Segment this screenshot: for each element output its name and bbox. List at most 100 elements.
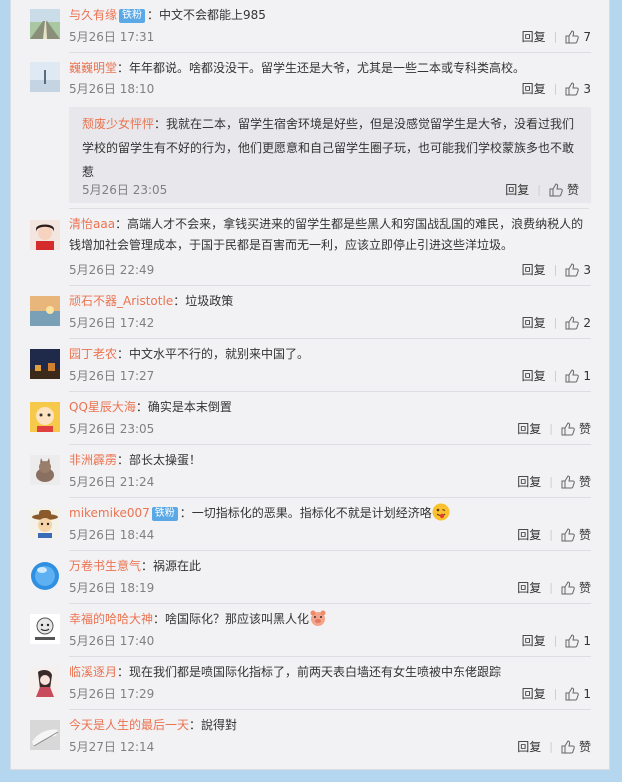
divider: [69, 52, 591, 53]
reply-button[interactable]: 回复: [522, 27, 546, 47]
avatar[interactable]: [30, 349, 60, 379]
action-separator: |: [553, 316, 558, 329]
reply-button[interactable]: 回复: [522, 366, 546, 386]
reply-button[interactable]: 回复: [517, 578, 541, 598]
thumbs-up-icon: [549, 183, 563, 197]
sub-reply-time: 5月26日 23:05: [82, 183, 168, 197]
avatar[interactable]: [30, 508, 60, 538]
like-button[interactable]: 赞: [549, 180, 579, 200]
like-button[interactable]: 3: [565, 260, 591, 280]
avatar[interactable]: [30, 9, 60, 39]
thumbs-up-icon: [565, 82, 580, 96]
comment-line: 与久有缘 铁粉 ：中文不会都能上985: [69, 5, 591, 26]
reply-button[interactable]: 回复: [522, 260, 546, 280]
like-button[interactable]: 1: [565, 631, 591, 651]
reply-button[interactable]: 回复: [517, 419, 541, 439]
reply-button[interactable]: 回复: [522, 313, 546, 333]
thumbs-up-icon: [561, 528, 575, 542]
avatar[interactable]: [30, 296, 60, 326]
action-separator: |: [549, 528, 553, 541]
comment-actions: 回复 | 赞: [517, 578, 591, 598]
username-link[interactable]: 与久有缘: [69, 8, 117, 22]
comment-meta: 5月26日 18:19 回复 | 赞: [69, 578, 591, 598]
username-link[interactable]: 巍巍明堂: [69, 61, 117, 75]
username-link[interactable]: 今天是人生的最后一天: [69, 718, 189, 732]
avatar[interactable]: [30, 62, 60, 92]
avatar[interactable]: [30, 614, 60, 644]
reply-button[interactable]: 回复: [522, 79, 546, 99]
like-button[interactable]: 3: [565, 79, 591, 99]
avatar[interactable]: [30, 720, 60, 750]
reply-button[interactable]: 回复: [517, 525, 541, 545]
reply-button[interactable]: 回复: [517, 737, 541, 757]
like-button[interactable]: 2: [565, 313, 591, 333]
comment-line: 顽石不器_Aristotle：垃圾政策: [69, 291, 591, 312]
divider: [69, 497, 591, 498]
reply-button[interactable]: 回复: [522, 631, 546, 651]
avatar[interactable]: [30, 402, 60, 432]
action-separator: |: [553, 634, 558, 647]
comment-line: QQ星辰大海：确实是本末倒置: [69, 397, 591, 418]
like-button[interactable]: 赞: [561, 578, 591, 598]
pig-emoji-icon: [310, 610, 326, 626]
divider: [69, 656, 591, 657]
avatar[interactable]: [30, 667, 60, 697]
username-link[interactable]: 顽石不器_Aristotle: [69, 294, 173, 308]
divider: [69, 603, 591, 604]
username-link[interactable]: mikemike007: [69, 506, 150, 520]
username-link[interactable]: QQ星辰大海: [69, 400, 136, 414]
comment-text: ：确实是本末倒置: [135, 400, 232, 414]
like-button[interactable]: 赞: [561, 737, 591, 757]
like-button[interactable]: 赞: [561, 472, 591, 492]
thumbs-up-icon: [565, 369, 580, 383]
username-link[interactable]: 万卷书生意气: [69, 559, 141, 573]
comment-meta: 5月26日 22:49 回复 | 3: [69, 260, 591, 280]
like-label: 赞: [578, 475, 591, 489]
avatar[interactable]: [30, 220, 60, 250]
comment-text: ：年年都说。啥都没没干。留学生还是大爷，尤其是一些二本或专科类高校。: [117, 61, 526, 75]
reply-button[interactable]: 回复: [505, 180, 529, 200]
comment-actions: 回复 | 赞: [517, 737, 591, 757]
comment-line: 今天是人生的最后一天：說得對: [69, 715, 591, 736]
fan-badge[interactable]: 铁粉: [151, 507, 178, 521]
username-link[interactable]: 清怡aaa: [69, 217, 115, 231]
fan-badge[interactable]: 铁粉: [119, 9, 146, 23]
comment-line: 巍巍明堂：年年都说。啥都没没干。留学生还是大爷，尤其是一些二本或专科类高校。: [69, 58, 591, 79]
avatar[interactable]: [30, 455, 60, 485]
divider: [69, 338, 591, 339]
like-button[interactable]: 1: [565, 684, 591, 704]
like-count: 7: [583, 30, 591, 44]
reply-button[interactable]: 回复: [517, 472, 541, 492]
comment-actions: 回复 | 1: [522, 631, 591, 651]
like-button[interactable]: 1: [565, 366, 591, 386]
thumbs-up-icon: [561, 740, 575, 754]
username-link[interactable]: 非洲霹雳: [69, 453, 117, 467]
username-link[interactable]: 临溪逐月: [69, 665, 117, 679]
username-link[interactable]: 颓废少女怦怦: [82, 117, 154, 131]
comment-time: 5月26日 17:42: [69, 316, 155, 330]
comment-meta: 5月26日 17:31 回复 | 7: [69, 27, 591, 47]
comment-meta: 5月26日 18:44 回复 | 赞: [69, 525, 591, 545]
action-separator: |: [553, 263, 558, 276]
comment-line: 清怡aaa：高端人才不会来，拿钱买进来的留学生都是些黑人和穷国战乱国的难民，浪费…: [69, 214, 591, 256]
like-button[interactable]: 赞: [561, 525, 591, 545]
action-separator: |: [549, 422, 553, 435]
action-separator: |: [553, 687, 558, 700]
comment-text: ：现在我们都是喷国际化指标了，前两天表白墙还有女生喷被中东佬跟踪: [117, 665, 502, 679]
avatar[interactable]: [30, 561, 60, 591]
divider: [69, 444, 591, 445]
comment-text: ：啥国际化？那应该叫黑人化: [153, 612, 310, 626]
reply-button[interactable]: 回复: [522, 684, 546, 704]
username-link[interactable]: 幸福的哈哈大神: [69, 612, 153, 626]
like-button[interactable]: 7: [565, 27, 591, 47]
thumbs-up-icon: [565, 30, 580, 44]
username-link[interactable]: 园丁老农: [69, 347, 117, 361]
comment-line: 临溪逐月：现在我们都是喷国际化指标了，前两天表白墙还有女生喷被中东佬跟踪: [69, 662, 591, 683]
like-label: 赞: [578, 528, 591, 542]
comment-meta: 5月26日 21:24 回复 | 赞: [69, 472, 591, 492]
sub-reply-meta: 5月26日 23:05 回复 | 赞: [82, 180, 579, 200]
action-separator: |: [549, 581, 553, 594]
comment-meta: 5月26日 17:40 回复 | 1: [69, 631, 591, 651]
comment-panel: 与久有缘 铁粉 ：中文不会都能上985 5月26日 17:31 回复 | 7 巍巍明…: [10, 0, 610, 770]
like-button[interactable]: 赞: [561, 419, 591, 439]
